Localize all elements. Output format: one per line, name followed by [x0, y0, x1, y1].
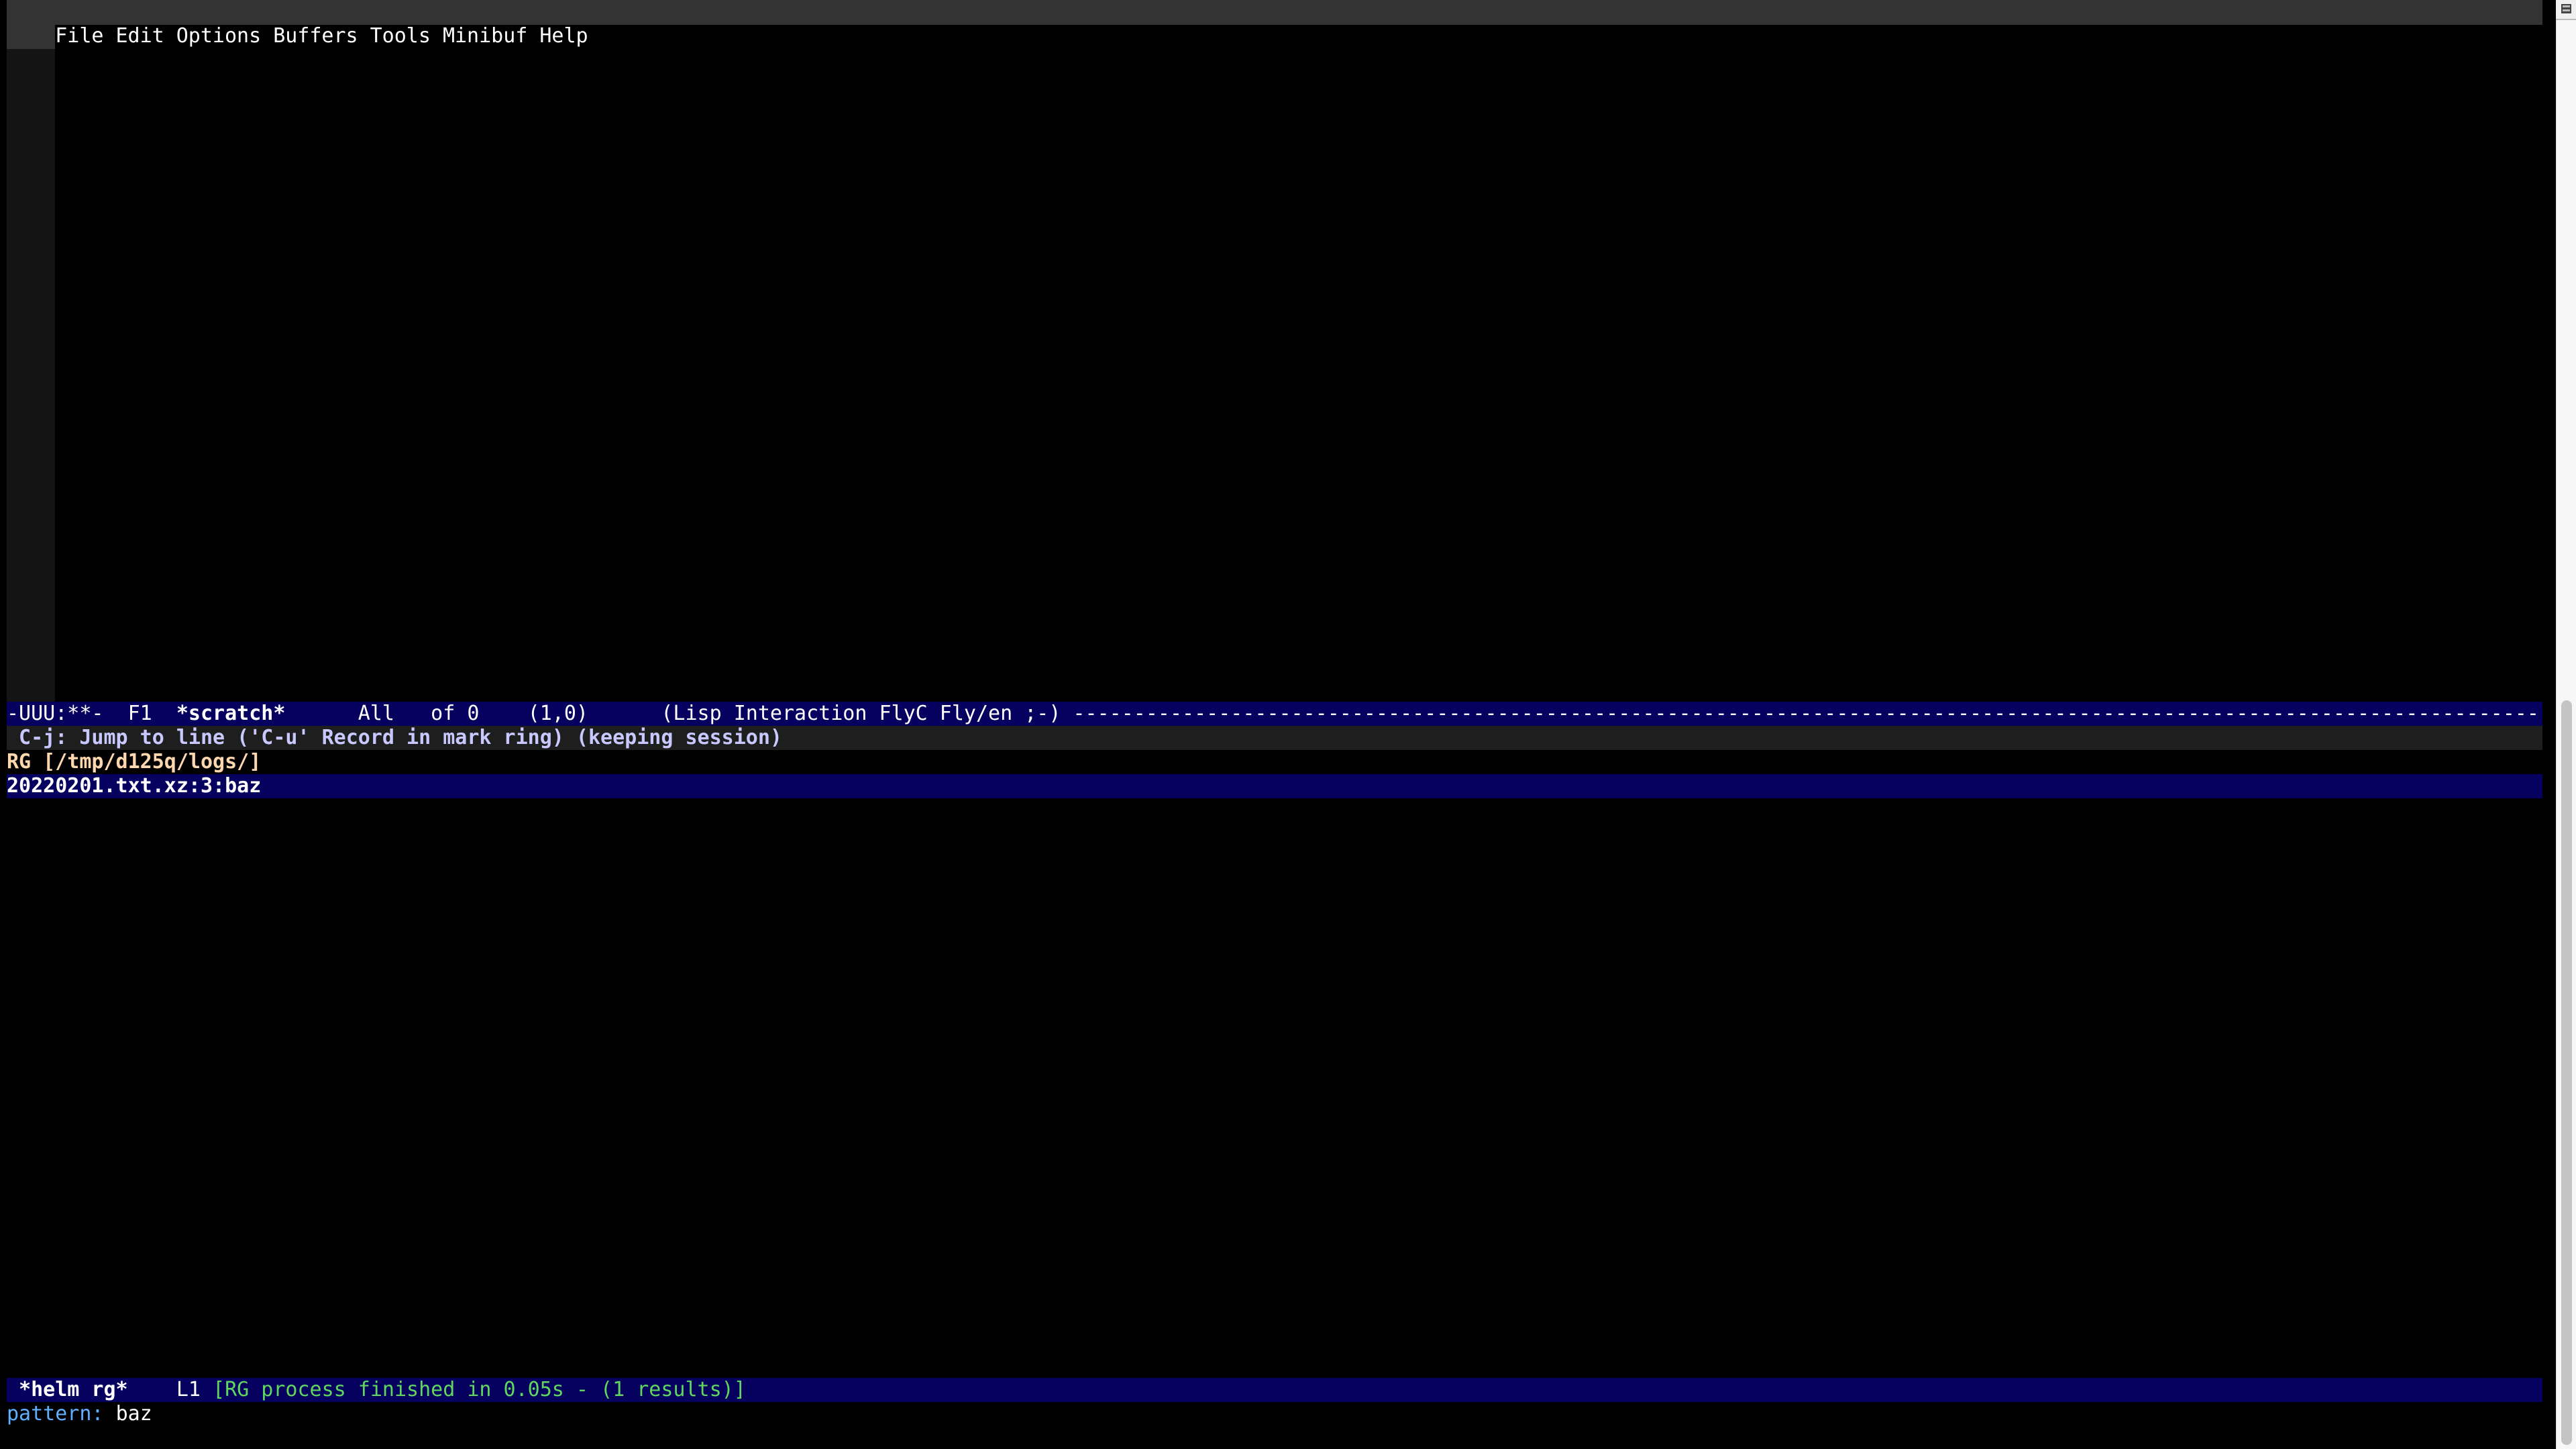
mode-line-filler: ----------------------------------------…: [1073, 702, 2542, 725]
mode-line-modes[interactable]: (Lisp Interaction FlyC Fly/en ;-): [661, 702, 1073, 725]
helm-line-indicator: L1: [127, 1378, 213, 1401]
mode-line: -UUU:**- F1 *scratch* All of 0 (1,0) (Li…: [7, 702, 2542, 726]
menu-bar: File Edit Options Buffers Tools Minibuf Help: [7, 0, 2542, 48]
scratch-buffer-content[interactable]: [55, 25, 2542, 702]
split-view-icon: [2561, 4, 2571, 13]
minibuffer-prompt: pattern:: [7, 1402, 116, 1426]
helm-process-status: [RG process finished in 0.05s - (1 resul…: [213, 1378, 746, 1401]
helm-buffer-name: *helm rg*: [7, 1378, 128, 1401]
mode-line-status: -UUU:**- F1: [7, 702, 176, 725]
minibuffer[interactable]: pattern: baz: [7, 1402, 2542, 1426]
line-number-current: [7, 25, 55, 49]
helm-result-row-selected[interactable]: 20220201.txt.xz:3:baz: [7, 774, 2542, 798]
emacs-frame: File Edit Options Buffers Tools Minibuf Help -…: [0, 0, 2549, 1449]
scrollbar-corner[interactable]: [2556, 0, 2576, 20]
mode-line-position: All of 0 (1,0): [285, 702, 661, 725]
helm-help-line: C-j: Jump to line ('C-u' Record in mark …: [7, 726, 2542, 750]
minibuffer-input[interactable]: baz: [116, 1402, 152, 1426]
helm-mode-line: *helm rg* L1 [RG process finished in 0.0…: [7, 1378, 2542, 1402]
helm-source-header: RG [/tmp/d125q/logs/]: [7, 750, 2542, 774]
mode-line-buffer-name[interactable]: *scratch*: [176, 702, 286, 725]
scrollbar-thumb[interactable]: [2561, 700, 2572, 1445]
line-number-gutter: [7, 49, 55, 702]
